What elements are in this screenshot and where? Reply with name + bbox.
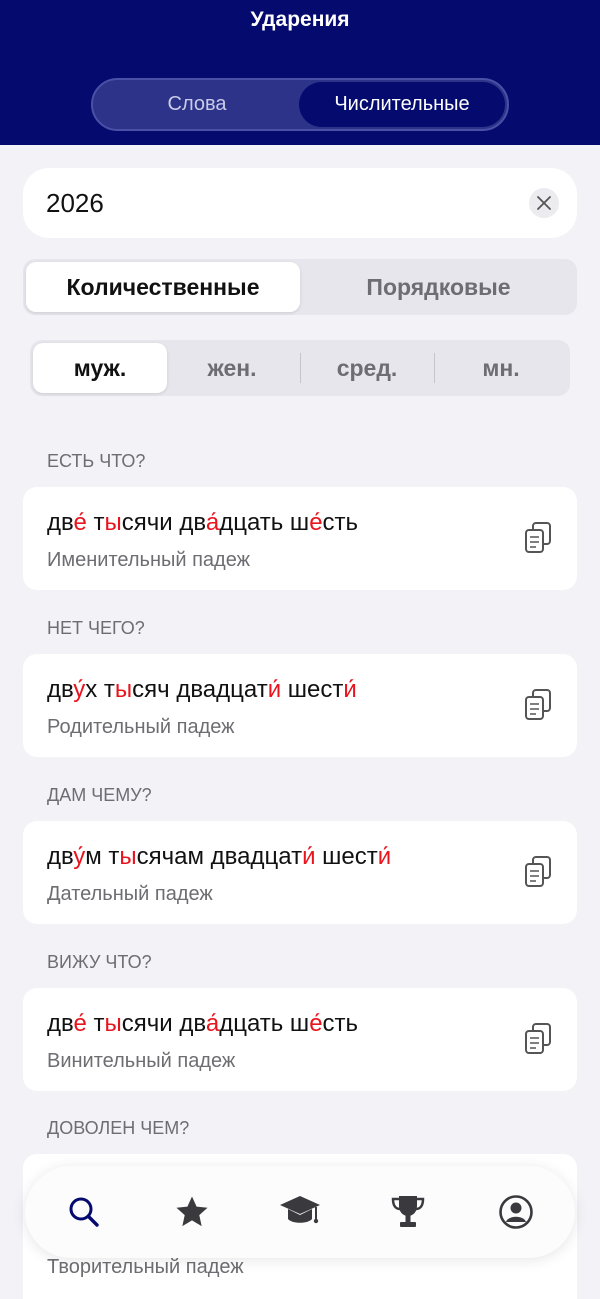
stressed-vowel: у́ <box>73 676 86 703</box>
word-part: сть <box>322 509 359 536</box>
word-part: дцать ш <box>219 1010 310 1037</box>
gender-switch: муж. жен. сред. мн. <box>30 340 570 396</box>
tab-profile[interactable] <box>494 1190 538 1234</box>
stressed-vowel: а́ <box>205 1010 220 1037</box>
word-part: дв <box>47 509 74 536</box>
section-label: ВИЖУ ЧТО? <box>47 952 152 972</box>
tab-cardinal[interactable]: Количественные <box>26 262 300 312</box>
word-part: шест <box>315 843 378 870</box>
stressed-vowel: и́ <box>267 676 282 703</box>
copy-icon[interactable] <box>523 521 553 555</box>
section-label: ДОВОЛЕН ЧЕМ? <box>47 1118 190 1138</box>
stressed-vowel: ы <box>104 1010 122 1037</box>
trophy-icon <box>391 1196 425 1227</box>
tab-learning[interactable] <box>278 1190 322 1234</box>
tab-search[interactable] <box>62 1190 106 1234</box>
tab-ordinal[interactable]: Порядковые <box>303 262 574 312</box>
stressed-vowel: ы <box>104 509 122 536</box>
tab-plural[interactable]: мн. <box>434 343 568 393</box>
stressed-vowel: и́ <box>302 843 316 870</box>
search-input[interactable] <box>46 168 496 238</box>
stressed-vowel: е́ <box>309 509 323 536</box>
case-card: дву́м тысячам двадцати́ шести́ Дательный… <box>23 821 577 924</box>
section-label: НЕТ ЧЕГО? <box>47 618 145 638</box>
tab-feminine[interactable]: жен. <box>165 343 299 393</box>
stressed-vowel: и́ <box>377 843 392 870</box>
section-label: ДАМ ЧЕМУ? <box>47 785 152 805</box>
tab-favorites[interactable] <box>170 1190 214 1234</box>
tab-achievements[interactable] <box>386 1190 430 1234</box>
word-part: т <box>86 1010 105 1037</box>
word-part: дв <box>47 843 74 870</box>
tab-words[interactable]: Слова <box>93 80 301 129</box>
close-icon <box>537 196 551 210</box>
page-title: Ударения <box>250 8 350 31</box>
copy-icon[interactable] <box>523 1022 553 1056</box>
tab-neuter[interactable]: сред. <box>300 343 434 393</box>
word-part: т <box>86 509 105 536</box>
word-part: дв <box>47 676 74 703</box>
header: Ударения Слова Числительные <box>0 0 600 145</box>
case-name: Родительный падеж <box>47 716 235 738</box>
word-part: дцать ш <box>219 509 310 536</box>
word-part: сячи дв <box>121 509 206 536</box>
copy-icon[interactable] <box>523 855 553 889</box>
word-part: сяч двадцат <box>132 676 268 703</box>
word-part: х т <box>85 676 115 703</box>
stressed-word: дву́м тысячам двадцати́ шести́ <box>47 843 391 871</box>
stressed-word: дву́х тысяч двадцати́ шести́ <box>47 676 357 704</box>
profile-icon <box>499 1195 533 1229</box>
case-name: Дательный падеж <box>47 883 213 905</box>
stressed-vowel: ы <box>114 676 133 703</box>
case-card: две́ тысячи два́дцать ше́сть Именительны… <box>23 487 577 590</box>
case-name: Творительный падеж <box>47 1256 244 1278</box>
case-name: Винительный падеж <box>47 1050 236 1072</box>
case-name: Именительный падеж <box>47 549 250 571</box>
word-part: сячи дв <box>121 1010 206 1037</box>
case-card: две́ тысячи два́дцать ше́сть Винительный… <box>23 988 577 1091</box>
case-card: дву́х тысяч двадцати́ шести́ Родительный… <box>23 654 577 757</box>
copy-icon[interactable] <box>523 688 553 722</box>
bottom-tab-bar <box>25 1166 575 1258</box>
search-box <box>23 168 577 238</box>
word-part: м т <box>85 843 120 870</box>
stressed-vowel: е́ <box>73 509 87 536</box>
section-label: ЕСТЬ ЧТО? <box>47 451 146 471</box>
stressed-vowel: ы <box>119 843 137 870</box>
word-part: сть <box>322 1010 359 1037</box>
mode-switch: Слова Числительные <box>91 78 509 131</box>
clear-button[interactable] <box>529 188 559 218</box>
stressed-word: две́ тысячи два́дцать ше́сть <box>47 1010 358 1038</box>
stressed-vowel: е́ <box>73 1010 87 1037</box>
word-part: дв <box>47 1010 74 1037</box>
stressed-vowel: е́ <box>309 1010 323 1037</box>
stressed-word: две́ тысячи два́дцать ше́сть <box>47 509 358 537</box>
graduation-cap-icon <box>280 1196 320 1224</box>
number-type-switch: Количественные Порядковые <box>23 259 577 315</box>
tab-numerals[interactable]: Числительные <box>299 82 505 127</box>
stressed-vowel: и́ <box>343 676 357 703</box>
stressed-vowel: а́ <box>205 509 220 536</box>
word-part: шест <box>281 676 344 703</box>
word-part: сячам двадцат <box>136 843 303 870</box>
tab-masculine[interactable]: муж. <box>33 343 167 393</box>
search-icon <box>69 1197 99 1227</box>
star-icon <box>176 1196 208 1227</box>
stressed-vowel: у́ <box>73 843 86 870</box>
